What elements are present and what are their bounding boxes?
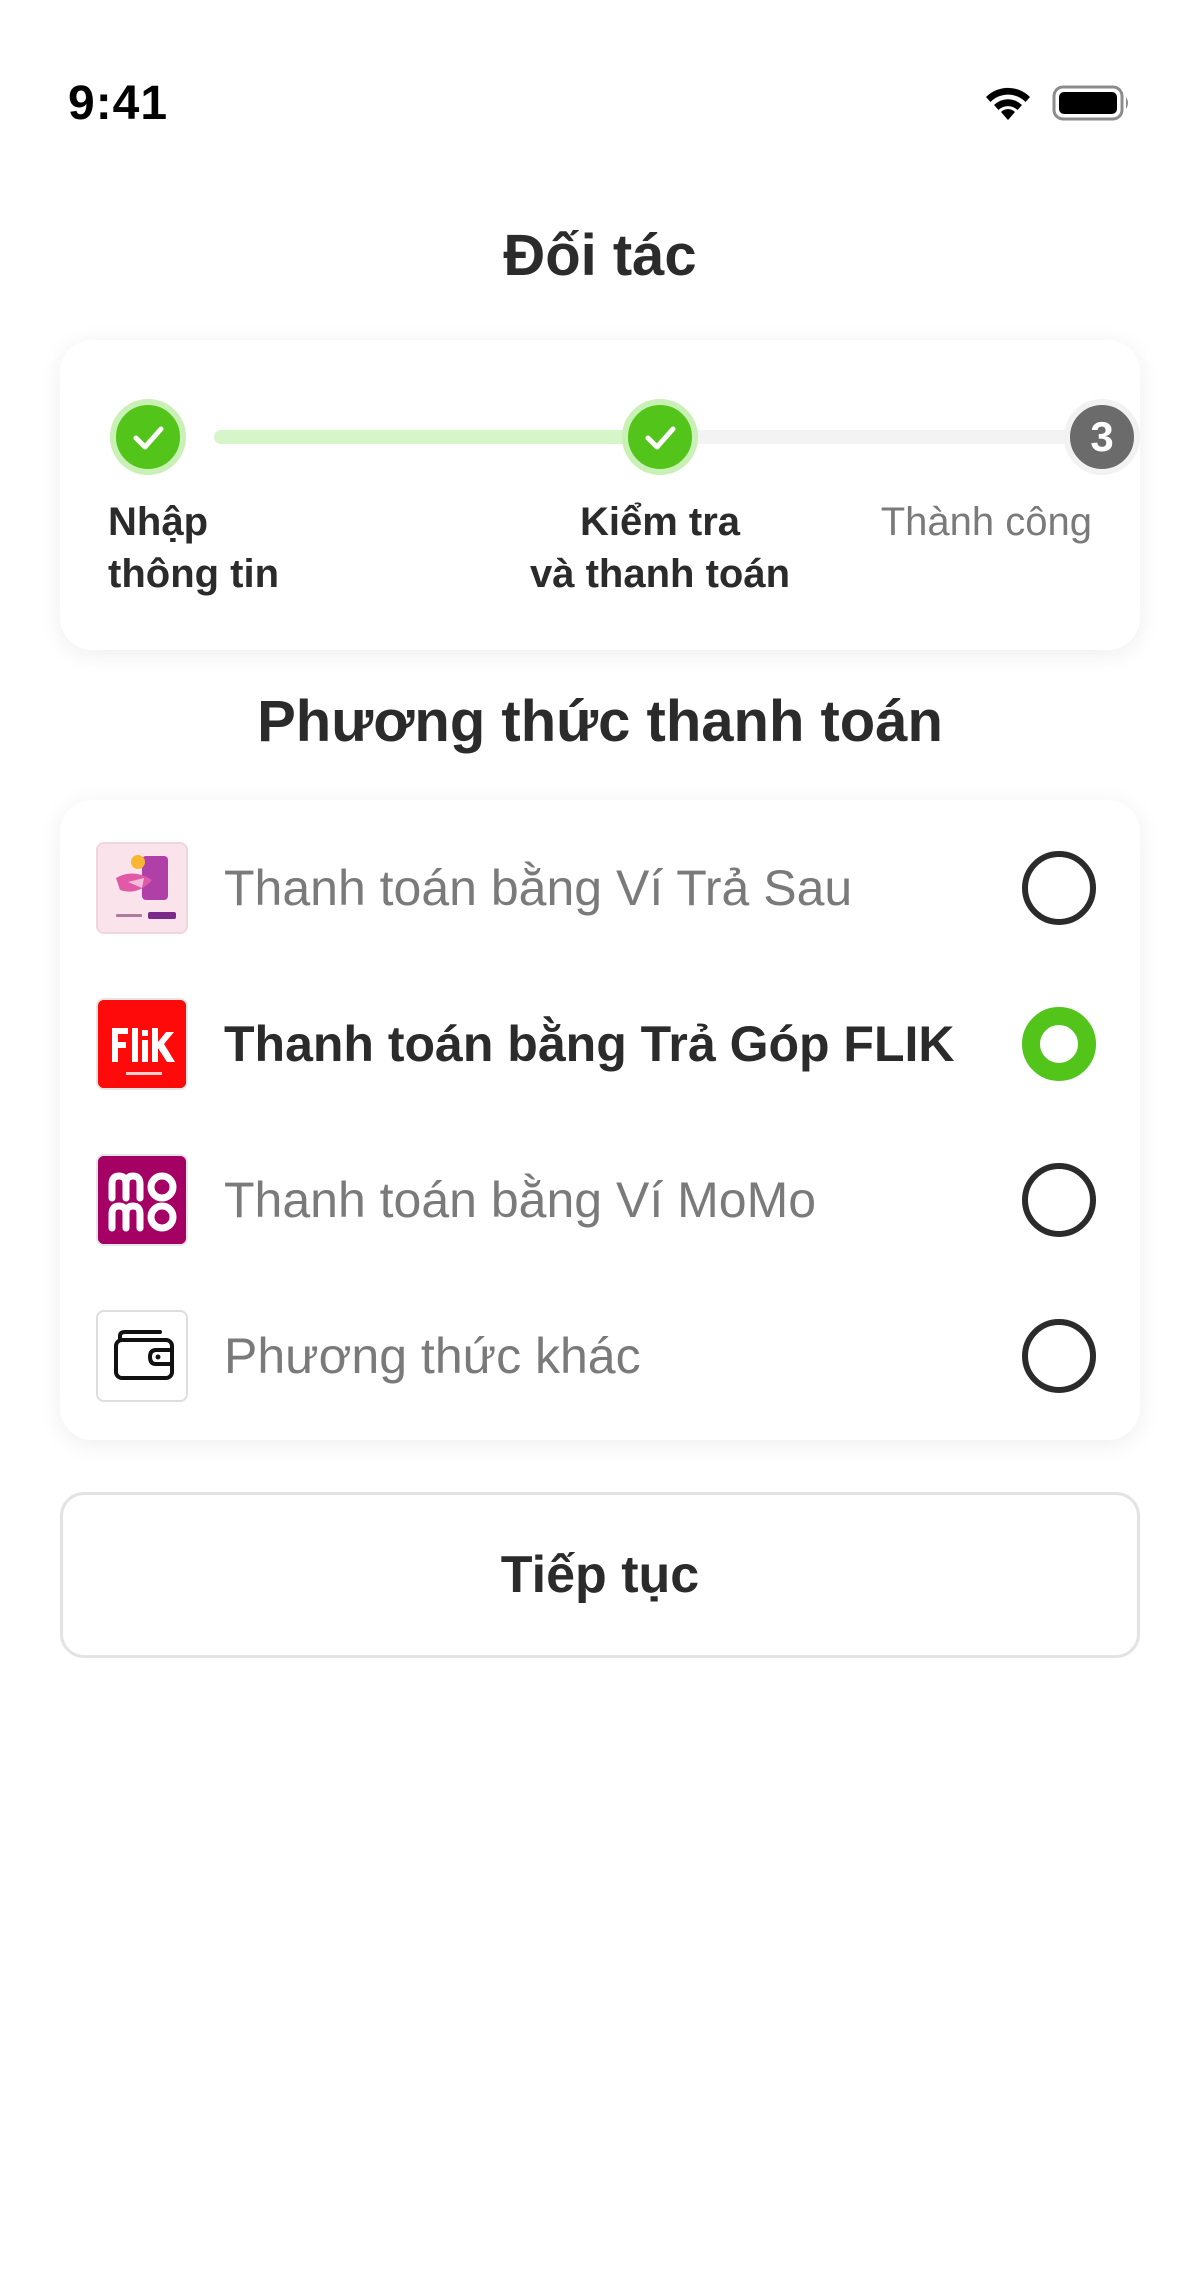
continue-button[interactable]: Tiếp tục — [60, 1492, 1140, 1658]
payment-option-other[interactable]: Phương thức khác — [60, 1278, 1140, 1434]
payment-option-label: Thanh toán bằng Ví Trả Sau — [224, 860, 853, 916]
page-title: Đối tác — [503, 223, 697, 288]
radio-unselected[interactable] — [1022, 1163, 1096, 1237]
payment-option-label: Thanh toán bằng Ví MoMo — [224, 1172, 817, 1228]
payment-section-title: Phương thức thanh toán — [257, 689, 943, 754]
status-time: 9:41 — [68, 77, 169, 130]
payment-option-label: Thanh toán bằng Trả Góp FLIK — [224, 1016, 955, 1072]
payment-option-flik[interactable]: Thanh toán bằng Trả Góp FLIK — [60, 966, 1140, 1122]
momo-logo — [96, 1154, 188, 1246]
wallet-icon — [96, 1310, 188, 1402]
tpbank-wallet-logo — [96, 842, 188, 934]
step-1-check-icon — [110, 399, 186, 475]
radio-unselected[interactable] — [1022, 851, 1096, 925]
step-1-label-line1: Nhập — [108, 500, 208, 544]
flik-logo — [96, 998, 188, 1090]
step-2-label: Kiểm tra và thanh toán — [440, 496, 880, 600]
status-bar: 9:41 — [0, 0, 1200, 160]
payment-option-label: Phương thức khác — [224, 1328, 641, 1384]
step-2-label-line1: Kiểm tra — [579, 500, 741, 544]
progress-stepper: 3 Nhập thông tin Kiểm tra và thanh toán … — [60, 340, 1140, 650]
status-icons — [982, 84, 1132, 127]
payment-methods-list: Thanh toán bằng Ví Trả Sau Thanh toán bằ… — [60, 800, 1140, 1440]
payment-option-momo[interactable]: Thanh toán bằng Ví MoMo — [60, 1122, 1140, 1278]
payment-option-tpbank-wallet[interactable]: Thanh toán bằng Ví Trả Sau — [60, 810, 1140, 966]
battery-icon — [1052, 84, 1132, 127]
step-2-label-line2: và thanh toán — [529, 552, 791, 596]
step-3-label: Thành công — [880, 500, 1092, 544]
stepper-line-completed — [214, 430, 659, 444]
radio-selected[interactable] — [1022, 1007, 1096, 1081]
step-2-check-icon — [622, 399, 698, 475]
wifi-icon — [982, 84, 1034, 127]
stepper-line-pending — [660, 430, 1105, 444]
step-1-label-line2: thông tin — [108, 552, 280, 596]
radio-unselected[interactable] — [1022, 1319, 1096, 1393]
step-1-label: Nhập thông tin — [108, 496, 279, 600]
step-3-number: 3 — [1064, 399, 1140, 475]
